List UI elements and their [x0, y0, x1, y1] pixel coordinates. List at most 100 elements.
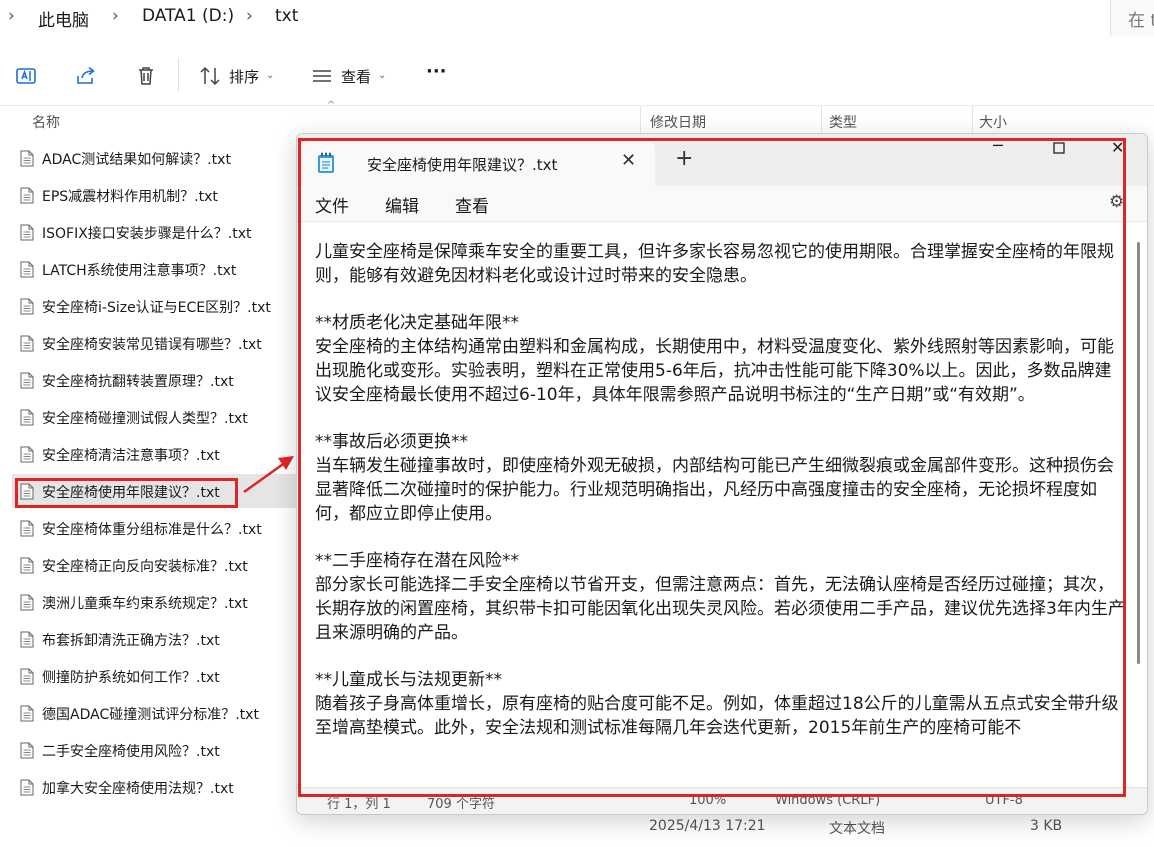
- file-name: 安全座椅碰撞测试假人类型？.txt: [42, 411, 248, 427]
- column-divider[interactable]: [821, 106, 822, 132]
- file-name: EPS减震材料作用机制？.txt: [42, 189, 218, 205]
- address-bar[interactable]: › 此电脑 › DATA1 (D:) › txt 在 t: [0, 0, 1154, 36]
- file-name: 安全座椅体重分组标准是什么？.txt: [42, 522, 262, 538]
- text-file-icon: [20, 742, 34, 759]
- breadcrumb-folder[interactable]: txt: [275, 6, 298, 26]
- file-row[interactable]: 澳洲儿童乘车约束系统规定？.txt: [12, 585, 297, 619]
- tab-title: 安全座椅使用年限建议？.txt: [367, 156, 558, 174]
- command-bar: 排序 ⌄ 查看 ⌄ ···: [0, 44, 1154, 106]
- file-row[interactable]: 安全座椅i-Size认证与ECE区别？.txt: [12, 289, 297, 323]
- column-divider[interactable]: [640, 106, 641, 132]
- file-name: 布套拆卸清洗正确方法？.txt: [42, 633, 220, 649]
- sort-button[interactable]: 排序: [229, 66, 259, 87]
- menu-edit[interactable]: 编辑: [385, 192, 419, 217]
- text-file-icon: [20, 705, 34, 722]
- text-file-icon: [20, 779, 34, 796]
- encoding[interactable]: UTF-8: [985, 793, 1023, 808]
- chevron-right-icon: ›: [8, 6, 15, 26]
- share-icon[interactable]: [74, 64, 98, 88]
- file-row[interactable]: 加拿大安全座椅使用法规？.txt: [12, 770, 297, 804]
- file-row[interactable]: EPS减震材料作用机制？.txt: [12, 178, 297, 212]
- text-file-icon: [20, 668, 34, 685]
- annotation-arrow-icon: [243, 456, 294, 494]
- text-file-icon: [20, 446, 34, 463]
- text-file-icon: [20, 261, 34, 278]
- tab-bar: 安全座椅使用年限建议？.txt ✕ + ─ ✕: [297, 134, 1147, 186]
- document-text[interactable]: 儿童安全座椅是保障乘车安全的重要工具，但许多家长容易忽视它的使用期限。合理掌握安…: [315, 241, 1127, 741]
- file-row[interactable]: LATCH系统使用注意事项？.txt: [12, 252, 297, 286]
- text-file-icon: [20, 335, 34, 352]
- file-row[interactable]: ISOFIX接口安装步骤是什么？.txt: [12, 215, 297, 249]
- settings-gear-icon[interactable]: ⚙: [1109, 192, 1124, 212]
- text-file-icon: [20, 372, 34, 389]
- highlight-box: [15, 478, 238, 508]
- column-date[interactable]: 修改日期: [650, 112, 706, 132]
- text-file-icon: [20, 224, 34, 241]
- status-bar: 行 1，列 1 709 个字符 100% Windows (CRLF) UTF-…: [297, 787, 1147, 814]
- column-type[interactable]: 类型: [829, 112, 857, 132]
- maximize-icon[interactable]: [1053, 142, 1065, 154]
- line-ending[interactable]: Windows (CRLF): [775, 793, 880, 808]
- tab-current-file[interactable]: 安全座椅使用年限建议？.txt ✕: [303, 142, 655, 186]
- column-header-row: 名称 修改日期 类型 大小: [0, 106, 1154, 136]
- file-row[interactable]: 安全座椅碰撞测试假人类型？.txt: [12, 400, 297, 434]
- breadcrumb-this-pc[interactable]: 此电脑: [38, 6, 89, 31]
- file-row[interactable]: 德国ADAC碰撞测试评分标准？.txt: [12, 696, 297, 730]
- file-name: 安全座椅i-Size认证与ECE区别？.txt: [42, 300, 271, 316]
- menu-bar: 文件 编辑 查看: [297, 186, 1147, 222]
- close-tab-icon[interactable]: ✕: [621, 150, 636, 171]
- view-button[interactable]: 查看: [341, 66, 371, 87]
- file-row[interactable]: 侧撞防护系统如何工作？.txt: [12, 659, 297, 693]
- minimize-icon[interactable]: ─: [993, 136, 1003, 155]
- text-file-icon: [20, 187, 34, 204]
- text-file-icon: [20, 520, 34, 537]
- search-input[interactable]: 在 t: [1110, 0, 1154, 36]
- file-row[interactable]: 布套拆卸清洗正确方法？.txt: [12, 622, 297, 656]
- file-size: 3 KB: [1030, 818, 1063, 834]
- view-icon: [313, 70, 331, 82]
- file-name: 安全座椅抗翻转装置原理？.txt: [42, 374, 234, 390]
- file-name: 安全座椅正向反向安装标准？.txt: [42, 559, 248, 575]
- delete-icon[interactable]: [134, 64, 158, 88]
- file-name: 侧撞防护系统如何工作？.txt: [42, 670, 220, 686]
- file-row[interactable]: 安全座椅抗翻转装置原理？.txt: [12, 363, 297, 397]
- notepad-app-icon: [318, 152, 334, 173]
- text-file-icon: [20, 298, 34, 315]
- search-placeholder: 在 t: [1128, 11, 1154, 31]
- text-file-icon: [20, 557, 34, 574]
- text-file-icon: [20, 150, 34, 167]
- text-file-icon: [20, 594, 34, 611]
- close-window-icon[interactable]: ✕: [1111, 138, 1124, 157]
- file-date: 2025/4/13 17:21: [649, 818, 766, 834]
- file-name: ISOFIX接口安装步骤是什么？.txt: [42, 226, 252, 242]
- notepad-window: 安全座椅使用年限建议？.txt ✕ + ─ ✕ 文件 编辑 查看 ⚙ 儿童安全座…: [296, 133, 1148, 815]
- vertical-scrollbar[interactable]: [1137, 242, 1140, 664]
- file-row[interactable]: 安全座椅正向反向安装标准？.txt: [12, 548, 297, 582]
- chevron-down-icon: ⌄: [266, 70, 275, 81]
- text-file-icon: [20, 409, 34, 426]
- breadcrumb-drive[interactable]: DATA1 (D:): [142, 6, 234, 26]
- file-type: 文本文档: [829, 821, 885, 837]
- menu-file[interactable]: 文件: [315, 192, 349, 217]
- character-count: 709 个字符: [427, 797, 495, 812]
- rename-icon[interactable]: [14, 64, 38, 88]
- file-name: 安全座椅清洁注意事项？.txt: [42, 448, 220, 464]
- file-name: 二手安全座椅使用风险？.txt: [42, 744, 220, 760]
- menu-view[interactable]: 查看: [455, 192, 489, 217]
- zoom-level[interactable]: 100%: [689, 793, 726, 808]
- file-row[interactable]: 二手安全座椅使用风险？.txt: [12, 733, 297, 767]
- file-name: LATCH系统使用注意事项？.txt: [42, 263, 237, 279]
- file-name: 澳洲儿童乘车约束系统规定？.txt: [42, 596, 248, 612]
- file-name: 加拿大安全座椅使用法规？.txt: [42, 781, 234, 797]
- column-name[interactable]: 名称: [32, 112, 60, 132]
- more-options-button[interactable]: ···: [426, 61, 447, 82]
- cursor-position: 行 1，列 1: [327, 797, 391, 812]
- file-row[interactable]: 安全座椅安装常见错误有哪些？.txt: [12, 326, 297, 360]
- file-row[interactable]: ADAC测试结果如何解读？.txt: [12, 141, 297, 175]
- text-editor[interactable]: 儿童安全座椅是保障乘车安全的重要工具，但许多家长容易忽视它的使用期限。合理掌握安…: [297, 223, 1147, 787]
- column-divider[interactable]: [972, 106, 973, 132]
- text-file-icon: [20, 631, 34, 648]
- file-row[interactable]: 安全座椅体重分组标准是什么？.txt: [12, 511, 297, 545]
- column-size[interactable]: 大小: [979, 112, 1007, 132]
- new-tab-button[interactable]: +: [675, 148, 693, 170]
